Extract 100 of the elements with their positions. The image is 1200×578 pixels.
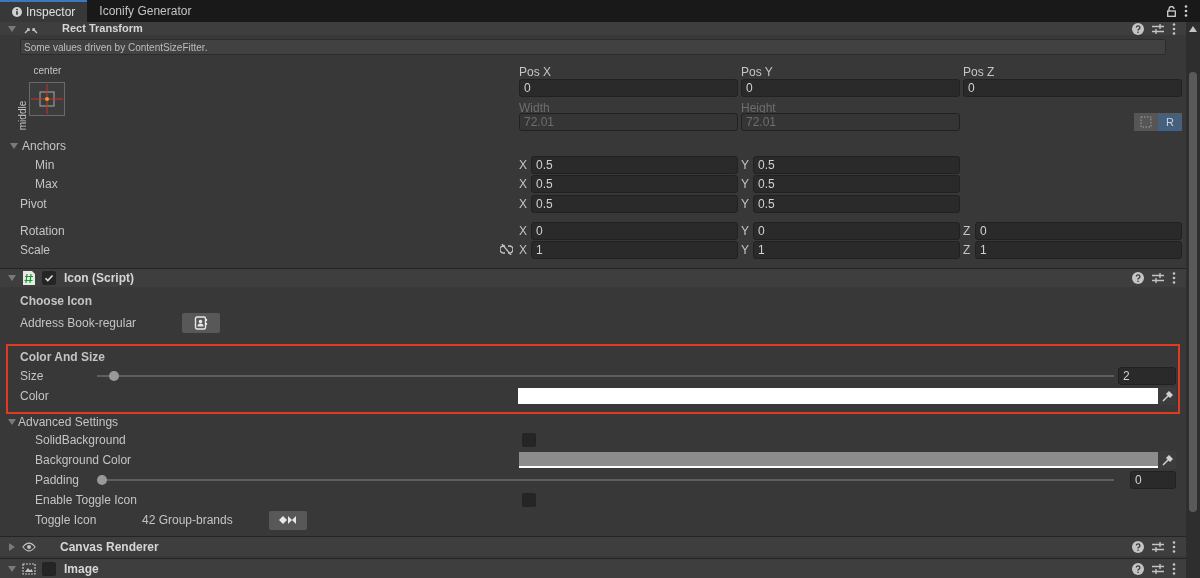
number-field[interactable]: 0.5 [531,156,738,175]
number-field[interactable]: 1 [975,240,1182,259]
field-label: Pivot [20,196,47,214]
help-icon[interactable] [1132,272,1144,284]
kebab-menu-icon[interactable] [1172,22,1176,35]
number-field[interactable]: 0 [753,222,960,240]
eyedropper-button[interactable] [1158,451,1176,469]
foldout-label[interactable]: Anchors [22,137,67,156]
number-field[interactable]: 0 [519,79,738,98]
scrollbar[interactable] [1186,22,1200,578]
number-field[interactable]: 0 [975,222,1182,240]
help-icon[interactable] [1132,540,1144,553]
expand-arrow-icon[interactable] [10,142,18,151]
axis-label: X [519,157,528,175]
component-title: Canvas Renderer [60,538,159,556]
field-label: Padding [35,472,81,489]
component-title: Rect Transform [62,23,143,35]
expand-arrow-icon[interactable] [8,418,16,426]
expand-arrow-icon[interactable] [8,274,16,282]
help-icon[interactable] [1132,22,1144,35]
axis-label: X [519,223,528,240]
number-field[interactable]: 1 [753,240,960,259]
icon-name-label: 42 Group-brands [142,512,234,529]
field-label: Pos Z [963,64,996,80]
axis-label: Y [741,157,750,175]
field-label: Min [34,157,56,175]
kebab-menu-icon[interactable] [1172,272,1176,284]
axis-label: Y [741,175,750,193]
blueprint-button[interactable] [1134,113,1158,132]
sliders-icon[interactable] [1152,562,1164,575]
slider-thumb[interactable] [97,475,107,485]
number-field[interactable]: 0.5 [753,174,960,193]
enable-checkbox[interactable] [42,561,56,576]
number-field[interactable]: 1 [531,240,738,259]
number-field[interactable]: 0 [741,79,960,98]
script-icon [23,271,35,285]
tab[interactable]: Inspector [0,0,88,22]
checkmark-icon [44,273,54,283]
component-header[interactable]: Image [0,558,1186,578]
eyedropper-button[interactable] [1158,387,1176,405]
size-slider[interactable] [97,370,1114,382]
axis-label: Y [741,223,750,240]
kebab-menu-icon[interactable] [1172,562,1176,575]
notice-box: Some values driven by ContentSizeFitter. [20,39,1166,56]
color-swatch[interactable] [518,388,1158,404]
number-field[interactable]: 0 [1130,471,1176,489]
info-icon [12,7,22,17]
scroll-up-icon[interactable] [1189,26,1197,32]
slider-thumb[interactable] [109,371,120,381]
component-header[interactable]: Rect Transform [0,22,1186,36]
raw-edit-button[interactable]: R [1158,113,1182,132]
sliders-icon[interactable] [1152,272,1164,284]
number-field[interactable]: 0.5 [531,195,738,214]
foldout-label[interactable]: Advanced Settings [18,413,119,431]
anchor-preset-button[interactable] [29,82,66,117]
component-header[interactable]: Canvas Renderer [0,536,1186,556]
number-field[interactable]: 0 [963,79,1182,98]
padding-slider[interactable] [97,474,1114,486]
axis-label: Z [963,241,972,259]
scrollbar-thumb[interactable] [1189,72,1197,512]
tab[interactable]: Iconify Generator [87,0,204,22]
kebab-menu-icon[interactable] [1172,540,1176,553]
color-swatch[interactable] [519,452,1158,468]
number-field[interactable]: 0.5 [753,195,960,214]
field-label: Pos X [519,64,552,80]
component-title: Image [64,560,99,578]
component-header[interactable]: Icon (Script) [0,268,1186,287]
component-title: Icon (Script) [64,270,134,287]
axis-label: Y [741,241,750,259]
expand-arrow-icon[interactable] [8,24,16,33]
icon-picker-button[interactable] [182,313,220,333]
kebab-menu-icon[interactable] [1184,5,1188,17]
sliders-icon[interactable] [1152,22,1164,35]
sliders-icon[interactable] [1152,540,1164,553]
dotted-square-icon [1140,116,1152,129]
axis-label: X [519,241,528,259]
expand-arrow-icon[interactable] [8,564,16,573]
field-label: Size [20,368,45,385]
lock-icon[interactable] [1167,5,1176,17]
help-icon[interactable] [1132,562,1144,575]
field-label: Scale [20,241,51,259]
horizontal-anchor-label: center [33,64,62,79]
icon-picker-button[interactable] [269,510,307,530]
enable-checkbox[interactable] [42,271,56,285]
axis-label: X [519,196,528,214]
field-label: Background Color [35,452,133,469]
collapse-arrow-icon[interactable] [8,542,16,551]
broken-link-icon[interactable] [500,244,513,256]
number-field[interactable]: 0 [531,222,738,240]
field-label: Max [34,175,59,193]
icon-name-label: Address Book-regular [20,315,138,332]
field-label: SolidBackground [35,432,127,449]
vertical-anchor-label: middle [16,100,30,131]
field-label: Rotation [20,223,65,240]
number-field[interactable]: 0.5 [531,174,738,193]
number-field[interactable]: 0.5 [753,156,960,175]
number-field[interactable]: 2 [1118,367,1176,385]
field-label: Enable Toggle Icon [35,492,138,509]
eyedropper-icon [1161,390,1173,402]
axis-label: Y [741,196,750,214]
